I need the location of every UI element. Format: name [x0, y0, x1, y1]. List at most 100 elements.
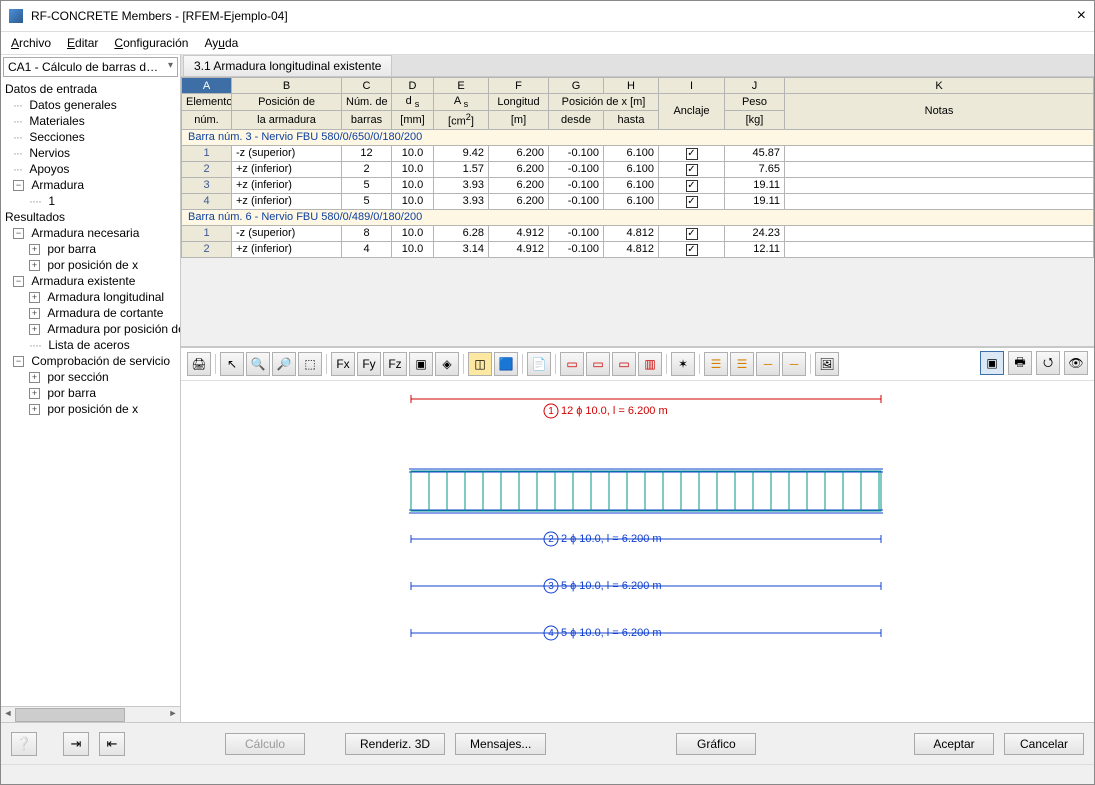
rebar4-icon[interactable]: ─ — [782, 352, 806, 376]
select-icon[interactable]: ⬚ — [298, 352, 322, 376]
pick-button[interactable]: ⭯ — [1036, 351, 1060, 375]
render-button[interactable]: Renderiz. 3D — [345, 733, 445, 755]
table-row[interactable]: 2+z (inferior)410.03.144.912-0.1004.812✓… — [182, 241, 1094, 257]
svg-text:1: 1 — [548, 406, 554, 417]
tree-datos-generales[interactable]: ··· Datos generales — [5, 97, 176, 113]
close-icon[interactable]: × — [1077, 7, 1086, 25]
col-J[interactable]: J — [725, 78, 785, 94]
view-3d-icon[interactable]: ▣ — [409, 352, 433, 376]
tree-por-barra[interactable]: + por barra — [5, 241, 176, 257]
zoom-in-icon[interactable]: 🔍 — [246, 352, 270, 376]
anchor-checkbox[interactable]: ✓ — [686, 148, 698, 160]
scroll-left-icon[interactable]: ◄ — [1, 708, 15, 722]
anchor-checkbox[interactable]: ✓ — [686, 164, 698, 176]
case-selector[interactable]: CA1 - Cálculo de barras de horm — [3, 57, 178, 77]
rebar2-icon[interactable]: ☰ — [730, 352, 754, 376]
tree-materiales[interactable]: ··· Materiales — [5, 113, 176, 129]
rebar3-icon[interactable]: ─ — [756, 352, 780, 376]
tree-por-posicion-x-2[interactable]: + por posición de x — [5, 401, 176, 417]
table-row[interactable]: 1-z (superior)1210.09.426.200-0.1006.100… — [182, 145, 1094, 161]
zoom-icon[interactable]: 🔎 — [272, 352, 296, 376]
import-button[interactable]: ⇤ — [99, 732, 125, 756]
dim-toggle-icon[interactable]: ◫ — [468, 352, 492, 376]
tree-secciones[interactable]: ··· Secciones — [5, 129, 176, 145]
tree-por-barra-2[interactable]: + por barra — [5, 385, 176, 401]
export-button[interactable]: ⇥ — [63, 732, 89, 756]
print-button[interactable]: 🖶 — [1008, 351, 1032, 375]
anchor-checkbox[interactable]: ✓ — [686, 196, 698, 208]
svg-text:12 ɸ 10.0, l = 6.200 m: 12 ɸ 10.0, l = 6.200 m — [561, 405, 668, 417]
tree-comprobacion[interactable]: − Comprobación de servicio — [5, 353, 176, 369]
col-I[interactable]: I — [659, 78, 725, 94]
color-icon[interactable]: 🟦 — [494, 352, 518, 376]
tab-arm-long[interactable]: 3.1 Armadura longitudinal existente — [183, 55, 392, 76]
view4-icon[interactable]: ▥ — [638, 352, 662, 376]
picture-icon[interactable]: 🖼 — [815, 352, 839, 376]
col-C[interactable]: C — [342, 78, 392, 94]
tree-datos-entrada[interactable]: Datos de entrada — [5, 81, 176, 97]
view1-icon[interactable]: ▭ — [560, 352, 584, 376]
menu-bar: Archivo Editar Configuración Ayuda — [1, 32, 1094, 55]
view2-icon[interactable]: ▭ — [586, 352, 610, 376]
tree-arm-cort[interactable]: + Armadura de cortante — [5, 305, 176, 321]
scroll-thumb[interactable] — [15, 708, 125, 722]
col-H[interactable]: H — [604, 78, 659, 94]
tab-strip: 3.1 Armadura longitudinal existente — [181, 55, 1094, 77]
col-B[interactable]: B — [232, 78, 342, 94]
print-icon[interactable]: 🖨 — [187, 352, 211, 376]
view-x-icon[interactable]: Fx — [331, 352, 355, 376]
anchor-checkbox[interactable]: ✓ — [686, 180, 698, 192]
col-K[interactable]: K — [785, 78, 1094, 94]
help-button[interactable]: ❔ — [11, 732, 37, 756]
tree-armadura[interactable]: − Armadura — [5, 177, 176, 193]
tree-nervios[interactable]: ··· Nervios — [5, 145, 176, 161]
tree-arm-existente[interactable]: − Armadura existente — [5, 273, 176, 289]
menu-editar[interactable]: Editar — [67, 36, 98, 50]
tree-arm-necesaria[interactable]: − Armadura necesaria — [5, 225, 176, 241]
reinforcement-table: A B C D E F G H I J K — [181, 77, 1094, 258]
tree-arm-long[interactable]: + Armadura longitudinal — [5, 289, 176, 305]
tree-lista-aceros[interactable]: ···· Lista de aceros — [5, 337, 176, 353]
pointer-icon[interactable]: ↖ — [220, 352, 244, 376]
table-row[interactable]: 4+z (inferior)510.03.936.200-0.1006.100✓… — [182, 193, 1094, 209]
menu-archivo[interactable]: Archivo — [11, 36, 51, 50]
tree-apoyos[interactable]: ··· Apoyos — [5, 161, 176, 177]
footer-bar: ❔ ⇥ ⇤ Cálculo Renderiz. 3D Mensajes... G… — [1, 722, 1094, 764]
menu-config[interactable]: Configuración — [114, 36, 188, 50]
scroll-right-icon[interactable]: ► — [166, 708, 180, 722]
toggle-view-button[interactable]: 👁 — [1064, 351, 1088, 375]
svg-text:3: 3 — [548, 581, 554, 592]
anchor-checkbox[interactable]: ✓ — [686, 228, 698, 240]
table-row[interactable]: 1-z (superior)810.06.284.912-0.1004.812✓… — [182, 225, 1094, 241]
col-E[interactable]: E — [434, 78, 489, 94]
doc-icon[interactable]: 📄 — [527, 352, 551, 376]
rebar1-icon[interactable]: ☰ — [704, 352, 728, 376]
col-D[interactable]: D — [392, 78, 434, 94]
col-G[interactable]: G — [549, 78, 604, 94]
sidebar-hscroll[interactable]: ◄ ► — [1, 706, 180, 722]
tree-por-seccion[interactable]: + por sección — [5, 369, 176, 385]
view-y-icon[interactable]: Fy — [357, 352, 381, 376]
col-F[interactable]: F — [489, 78, 549, 94]
messages-button[interactable]: Mensajes... — [455, 733, 546, 755]
table-body: Barra núm. 3 - Nervio FBU 580/0/650/0/18… — [182, 129, 1094, 257]
calc-button[interactable]: Cálculo — [225, 733, 305, 755]
ok-button[interactable]: Aceptar — [914, 733, 994, 755]
grafico-button[interactable]: Gráfico — [676, 733, 756, 755]
view3-icon[interactable]: ▭ — [612, 352, 636, 376]
graphic-canvas[interactable]: 1 12 ɸ 10.0, l = 6.200 m 2 2 ɸ 10.0, l =… — [181, 381, 1094, 722]
tree-por-posicion-x[interactable]: + por posición de x — [5, 257, 176, 273]
view-z-icon[interactable]: Fz — [383, 352, 407, 376]
col-A[interactable]: A — [182, 78, 232, 94]
tree-resultados[interactable]: Resultados — [5, 209, 176, 225]
view-iso-icon[interactable]: ◈ — [435, 352, 459, 376]
cancel-button[interactable]: Cancelar — [1004, 733, 1084, 755]
anchor-checkbox[interactable]: ✓ — [686, 244, 698, 256]
tree-arm-pos-x[interactable]: + Armadura por posición de x — [5, 321, 176, 337]
table-row[interactable]: 2+z (inferior)210.01.576.200-0.1006.100✓… — [182, 161, 1094, 177]
menu-ayuda[interactable]: Ayuda — [204, 36, 238, 50]
axis-icon[interactable]: ✶ — [671, 352, 695, 376]
table-row[interactable]: 3+z (inferior)510.03.936.200-0.1006.100✓… — [182, 177, 1094, 193]
view-graphic-button[interactable]: ▣ — [980, 351, 1004, 375]
tree-armadura-1[interactable]: ···· 1 — [5, 193, 176, 209]
